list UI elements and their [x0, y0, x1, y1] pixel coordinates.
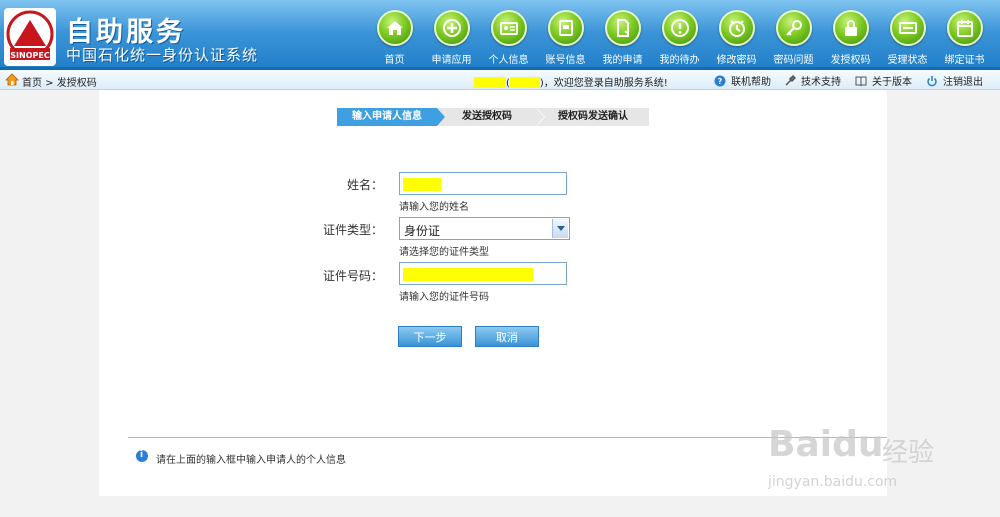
nav-my-todo[interactable]: 我的待办: [651, 8, 708, 68]
watermark-url: jingyan.baidu.com: [768, 474, 898, 490]
nav-label: 密码问题: [773, 55, 814, 66]
power-icon: [927, 76, 937, 87]
id-number-hint: 请输入您的证件号码: [399, 292, 489, 303]
nav-label: 我的申请: [602, 55, 643, 66]
step-confirm-sent: 授权码发送确认: [537, 108, 649, 126]
clock-icon: [719, 10, 755, 46]
info-message: 请在上面的输入框中输入申请人的个人信息: [156, 455, 346, 466]
nav-label: 发授权码: [830, 55, 871, 66]
welcome-message: ()，欢迎您登录自助服务系统!: [474, 74, 668, 89]
step-send-auth-code: 发送授权码: [437, 108, 537, 126]
tools-icon: [785, 75, 796, 86]
account-book-icon: [548, 10, 584, 46]
help-icon: ?: [714, 75, 726, 87]
lock-icon: [833, 10, 869, 46]
logout-link[interactable]: 注销退出: [926, 73, 983, 88]
nav-label: 受理状态: [887, 55, 928, 66]
home-icon: [377, 10, 413, 46]
nav-label: 账号信息: [545, 55, 586, 66]
redacted-userid: [509, 77, 540, 88]
nav-label: 首页: [384, 55, 405, 66]
svg-text:?: ?: [718, 77, 723, 86]
calendar-icon: [947, 10, 983, 46]
nav-bind-certificate[interactable]: 绑定证书: [936, 8, 993, 68]
next-button[interactable]: 下一步: [398, 326, 462, 347]
nav-label: 申请应用: [431, 55, 472, 66]
nav-change-password[interactable]: 修改密码: [708, 8, 765, 68]
nav-apply-app[interactable]: 申请应用: [423, 8, 480, 68]
breadcrumb-bar: 首页 > 发授权码 ()，欢迎您登录自助服务系统! ? 联机帮助 技术支持 关于版…: [0, 70, 1000, 90]
name-label: 姓名：: [346, 178, 383, 192]
breadcrumb: 首页 > 发授权码: [22, 78, 97, 89]
online-help-link[interactable]: ? 联机帮助: [714, 73, 771, 88]
step-enter-applicant-info: 输入申请人信息: [337, 108, 437, 126]
nav-home[interactable]: 首页: [366, 8, 423, 68]
nav-send-auth-code[interactable]: 发授权码: [822, 8, 879, 68]
book-icon: [855, 76, 867, 87]
sinopec-logo: SINOPEC: [4, 8, 56, 66]
nav-personal-info[interactable]: 个人信息: [480, 8, 537, 68]
document-icon: [605, 10, 641, 46]
welcome-text: ，欢迎您登录自助服务系统!: [543, 78, 668, 89]
id-type-select[interactable]: 身份证: [399, 217, 570, 240]
id-type-label: 证件类型：: [322, 223, 383, 237]
chevron-down-icon[interactable]: [552, 219, 568, 238]
id-type-hint: 请选择您的证件类型: [399, 247, 489, 258]
step-arrow: [437, 108, 445, 126]
app-header: SINOPEC 自助服务 中国石化统一身份认证系统 首页 申请应用 个人信息 账…: [0, 0, 1000, 70]
redacted-name: [403, 178, 441, 191]
watermark-cn: 经验: [882, 438, 935, 468]
id-number-input[interactable]: [399, 262, 567, 285]
key-icon: [776, 10, 812, 46]
nav-label: 修改密码: [716, 55, 757, 66]
id-card-icon: [491, 10, 527, 46]
nav-password-question[interactable]: 密码问题: [765, 8, 822, 68]
nav-label: 绑定证书: [944, 55, 985, 66]
about-version-link[interactable]: 关于版本: [855, 73, 912, 88]
watermark-brand: Baidu: [768, 424, 884, 465]
id-type-value: 身份证: [404, 224, 441, 238]
redacted-username: [474, 77, 506, 88]
brand-subtitle: 中国石化统一身份认证系统: [66, 46, 259, 64]
name-input[interactable]: [399, 172, 567, 195]
plus-icon: [434, 10, 470, 46]
nav-account-info[interactable]: 账号信息: [537, 8, 594, 68]
nav-label: 个人信息: [488, 55, 529, 66]
nav-my-applications[interactable]: 我的申请: [594, 8, 651, 68]
home-icon[interactable]: [5, 73, 19, 86]
cancel-button[interactable]: 取消: [475, 326, 539, 347]
baidu-watermark: Baidu 经验 jingyan.baidu.com: [762, 410, 952, 500]
redacted-id-number: [403, 268, 533, 281]
nav-acceptance-status[interactable]: 受理状态: [879, 8, 936, 68]
tech-support-link[interactable]: 技术支持: [784, 73, 841, 88]
svg-text:SINOPEC: SINOPEC: [10, 51, 50, 60]
step-arrow: [536, 108, 544, 126]
id-number-label: 证件号码：: [322, 269, 383, 283]
main-nav: 首页 申请应用 个人信息 账号信息 我的申请 我的待办 修改密码 密码问题 发授…: [366, 8, 1000, 68]
name-hint: 请输入您的姓名: [399, 202, 469, 213]
nav-label: 我的待办: [659, 55, 700, 66]
status-card-icon: [890, 10, 926, 46]
exclamation-icon: [662, 10, 698, 46]
info-icon: [136, 450, 148, 462]
